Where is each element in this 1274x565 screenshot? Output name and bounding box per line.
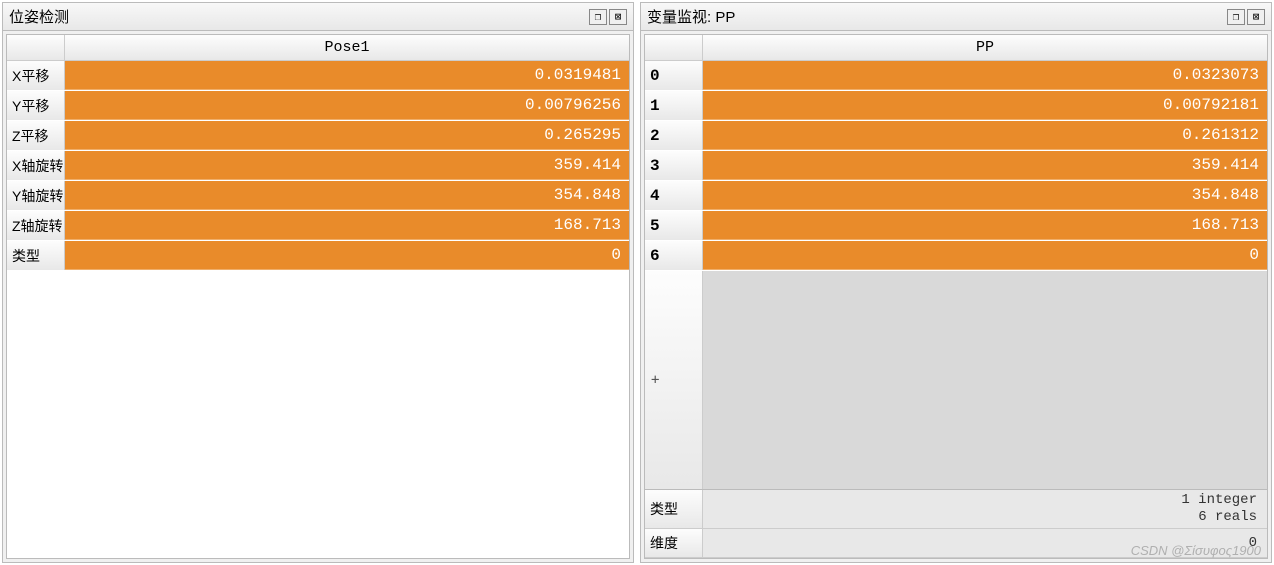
- row-value[interactable]: 354.848: [703, 181, 1267, 210]
- summary-type-line2: 6 reals: [1198, 509, 1257, 526]
- table-row: 1 0.00792181: [645, 91, 1267, 121]
- table-row: 3 359.414: [645, 151, 1267, 181]
- maximize-icon[interactable]: ❐: [1227, 9, 1245, 25]
- row-value[interactable]: 359.414: [703, 151, 1267, 180]
- row-label[interactable]: 4: [645, 181, 703, 210]
- summary-type-label[interactable]: 类型: [645, 490, 703, 528]
- row-value[interactable]: 168.713: [703, 211, 1267, 240]
- maximize-icon[interactable]: ❐: [589, 9, 607, 25]
- row-value[interactable]: 0.0323073: [703, 61, 1267, 90]
- left-titlebar-buttons: ❐ ⊠: [589, 9, 627, 25]
- row-label[interactable]: 类型: [7, 241, 65, 270]
- row-value[interactable]: 0: [703, 241, 1267, 270]
- left-panel-title: 位姿检测: [9, 6, 69, 27]
- plus-button[interactable]: +: [645, 271, 703, 489]
- summary-type-value[interactable]: 1 integer 6 reals: [703, 490, 1267, 528]
- row-value[interactable]: 354.848: [65, 181, 629, 210]
- row-label[interactable]: 1: [645, 91, 703, 120]
- table-row: Y平移 0.00796256: [7, 91, 629, 121]
- row-value[interactable]: 0.265295: [65, 121, 629, 150]
- row-label[interactable]: 3: [645, 151, 703, 180]
- row-value[interactable]: 0.00796256: [65, 91, 629, 120]
- summary-type-row: 类型 1 integer 6 reals: [645, 490, 1267, 529]
- table-row: Y轴旋转 354.848: [7, 181, 629, 211]
- row-value[interactable]: 0.0319481: [65, 61, 629, 90]
- row-label[interactable]: Z轴旋转: [7, 211, 65, 240]
- left-blank-area: [7, 271, 629, 558]
- variable-monitor-panel: 变量监视: PP ❐ ⊠ PP 0 0.0323073 1 0.00792181…: [640, 2, 1272, 563]
- left-panel-body: Pose1 X平移 0.0319481 Y平移 0.00796256 Z平移 0…: [6, 34, 630, 559]
- table-row: Z轴旋转 168.713: [7, 211, 629, 241]
- row-label[interactable]: X平移: [7, 61, 65, 90]
- row-value[interactable]: 0.00792181: [703, 91, 1267, 120]
- summary-type-line1: 1 integer: [1181, 492, 1257, 509]
- table-row: 6 0: [645, 241, 1267, 271]
- plus-row: +: [645, 271, 1267, 489]
- left-grid: X平移 0.0319481 Y平移 0.00796256 Z平移 0.26529…: [7, 61, 629, 271]
- row-label[interactable]: 2: [645, 121, 703, 150]
- table-row: 5 168.713: [645, 211, 1267, 241]
- row-label[interactable]: 0: [645, 61, 703, 90]
- right-content: 0 0.0323073 1 0.00792181 2 0.261312 3 35…: [645, 61, 1267, 558]
- right-grid: 0 0.0323073 1 0.00792181 2 0.261312 3 35…: [645, 61, 1267, 271]
- right-titlebar: 变量监视: PP ❐ ⊠: [641, 3, 1271, 31]
- table-row: 0 0.0323073: [645, 61, 1267, 91]
- summary-dim-value[interactable]: 0: [703, 529, 1267, 557]
- left-header-label[interactable]: Pose1: [65, 35, 629, 60]
- row-label[interactable]: 5: [645, 211, 703, 240]
- summary-area: 类型 1 integer 6 reals 维度 0: [645, 489, 1267, 558]
- right-header-label[interactable]: PP: [703, 35, 1267, 60]
- right-panel-body: PP 0 0.0323073 1 0.00792181 2 0.261312 3: [644, 34, 1268, 559]
- close-icon[interactable]: ⊠: [1247, 9, 1265, 25]
- row-label[interactable]: Y轴旋转: [7, 181, 65, 210]
- left-header-row: Pose1: [7, 35, 629, 61]
- summary-dim-row: 维度 0: [645, 529, 1267, 558]
- row-label[interactable]: Z平移: [7, 121, 65, 150]
- right-header-spacer: [645, 35, 703, 60]
- row-value[interactable]: 359.414: [65, 151, 629, 180]
- row-value[interactable]: 0.261312: [703, 121, 1267, 150]
- table-row: 类型 0: [7, 241, 629, 271]
- table-row: X轴旋转 359.414: [7, 151, 629, 181]
- table-row: Z平移 0.265295: [7, 121, 629, 151]
- row-value[interactable]: 0: [65, 241, 629, 270]
- row-label[interactable]: 6: [645, 241, 703, 270]
- right-panel-title: 变量监视: PP: [647, 6, 735, 27]
- pose-detection-panel: 位姿检测 ❐ ⊠ Pose1 X平移 0.0319481 Y平移 0.00796…: [2, 2, 634, 563]
- left-titlebar: 位姿检测 ❐ ⊠: [3, 3, 633, 31]
- table-row: 2 0.261312: [645, 121, 1267, 151]
- summary-dim-label[interactable]: 维度: [645, 529, 703, 557]
- row-label[interactable]: X轴旋转: [7, 151, 65, 180]
- left-header-spacer: [7, 35, 65, 60]
- close-icon[interactable]: ⊠: [609, 9, 627, 25]
- table-row: X平移 0.0319481: [7, 61, 629, 91]
- table-row: 4 354.848: [645, 181, 1267, 211]
- right-titlebar-buttons: ❐ ⊠: [1227, 9, 1265, 25]
- right-header-row: PP: [645, 35, 1267, 61]
- row-value[interactable]: 168.713: [65, 211, 629, 240]
- row-label[interactable]: Y平移: [7, 91, 65, 120]
